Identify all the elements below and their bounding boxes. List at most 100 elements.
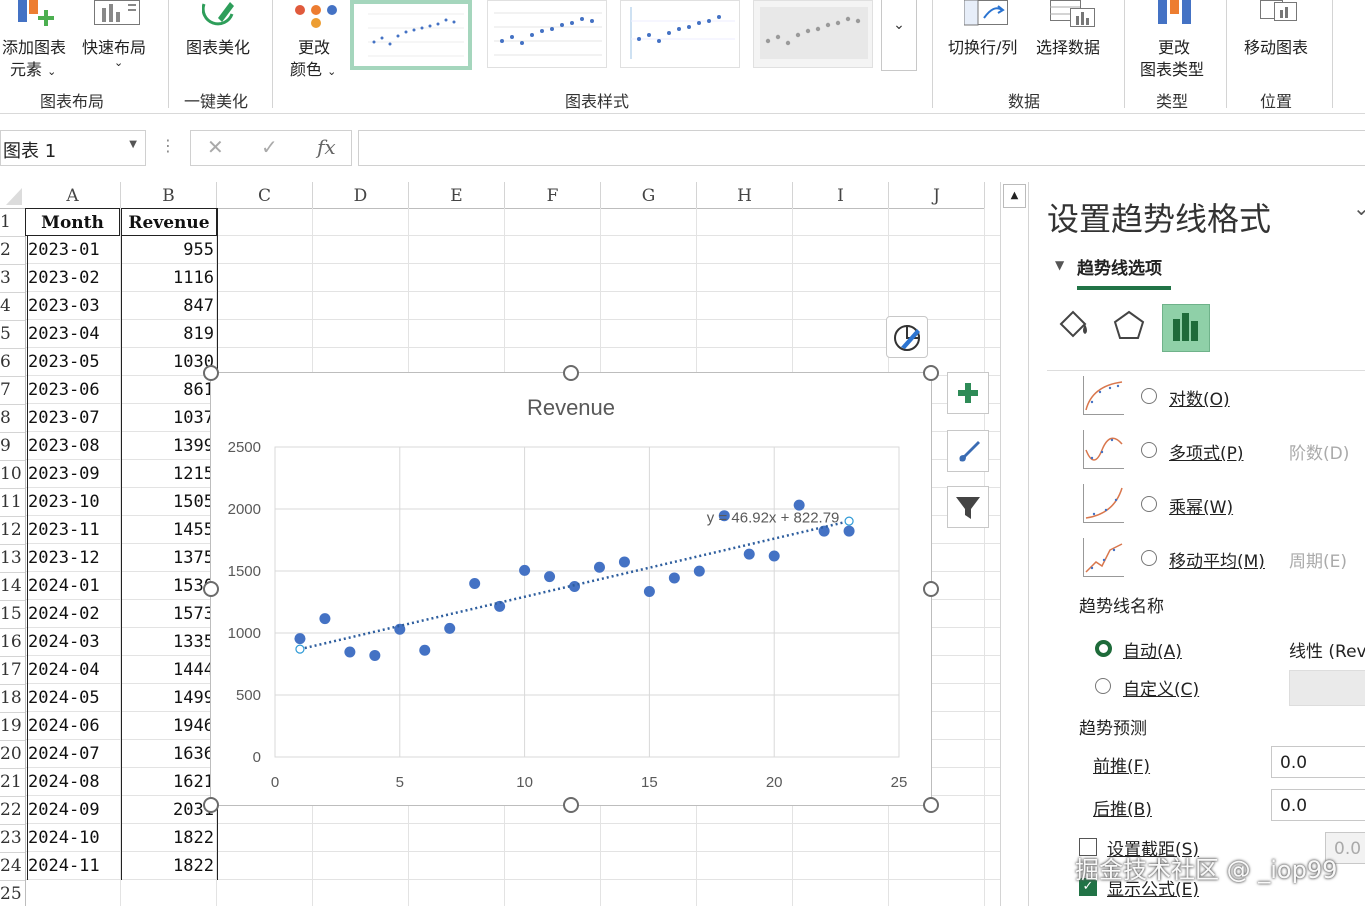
- row-header[interactable]: 21: [0, 768, 26, 797]
- select-data-button[interactable]: 选择数据: [1034, 0, 1114, 82]
- data-point[interactable]: [469, 578, 481, 590]
- plot-area[interactable]: [274, 446, 900, 758]
- change-color-button[interactable]: 更改 颜色 ⌄: [282, 0, 348, 82]
- column-header-j[interactable]: J: [889, 182, 985, 209]
- row-header[interactable]: 4: [0, 292, 26, 321]
- cell-revenue[interactable]: 1335: [121, 628, 214, 656]
- cell-month[interactable]: 2023-07: [27, 404, 120, 432]
- chart-beautify-button[interactable]: 图表美化: [180, 0, 264, 82]
- cell-month[interactable]: 2024-05: [27, 684, 120, 712]
- quick-layout-button[interactable]: 快速布局 ⌄: [80, 0, 160, 82]
- trendline-start-handle[interactable]: [295, 644, 305, 654]
- gallery-more-button[interactable]: ⌄: [881, 0, 917, 71]
- cell-revenue[interactable]: 1499: [121, 684, 214, 712]
- cell-revenue[interactable]: 1505: [121, 488, 214, 516]
- chart-style-thumb-1[interactable]: [350, 0, 472, 70]
- row-header[interactable]: 6: [0, 348, 26, 377]
- cell-revenue[interactable]: 1822: [121, 852, 214, 880]
- cell-revenue[interactable]: 1621: [121, 768, 214, 796]
- chart-elements-button[interactable]: [947, 372, 989, 414]
- data-point[interactable]: [668, 572, 680, 584]
- resize-handle-e[interactable]: [923, 581, 939, 597]
- cell-month[interactable]: 2024-06: [27, 712, 120, 740]
- radio-auto-name[interactable]: [1095, 640, 1112, 657]
- resize-handle-nw[interactable]: [203, 365, 219, 381]
- name-box[interactable]: 图表 1 ▼: [0, 130, 146, 166]
- cell-month[interactable]: 2024-01: [27, 572, 120, 600]
- data-point[interactable]: [344, 646, 356, 658]
- data-point[interactable]: [444, 622, 456, 634]
- chart-object[interactable]: 0 500 1000 1500 2000 2500 0 5 10 15 20 25 Revenue y =…: [210, 372, 932, 806]
- row-header[interactable]: 23: [0, 824, 26, 853]
- cell-revenue[interactable]: 1116: [121, 264, 214, 292]
- vertical-scrollbar[interactable]: ▲: [1000, 182, 1029, 906]
- cell-month[interactable]: 2023-02: [27, 264, 120, 292]
- chart-title[interactable]: Revenue: [527, 395, 615, 420]
- resize-handle-ne[interactable]: [923, 365, 939, 381]
- change-chart-type-button[interactable]: 更改 图表类型: [1134, 0, 1218, 82]
- row-header[interactable]: 18: [0, 684, 26, 713]
- cell-month[interactable]: 2024-03: [27, 628, 120, 656]
- cell-month[interactable]: 2023-05: [27, 348, 120, 376]
- cell-month[interactable]: 2023-12: [27, 544, 120, 572]
- resize-handle-n[interactable]: [563, 365, 579, 381]
- row-header[interactable]: 14: [0, 572, 26, 601]
- row-header[interactable]: 10: [0, 460, 26, 489]
- cell-revenue[interactable]: 861: [121, 376, 214, 404]
- row-header[interactable]: 8: [0, 404, 26, 433]
- cell-month[interactable]: 2024-07: [27, 740, 120, 768]
- effects-tab[interactable]: [1109, 306, 1149, 346]
- chart-style-thumb-4[interactable]: [753, 0, 873, 68]
- backward-input[interactable]: 0.0: [1271, 789, 1365, 821]
- cell-month[interactable]: 2023-08: [27, 432, 120, 460]
- cell-revenue[interactable]: 819: [121, 320, 214, 348]
- enter-icon[interactable]: ✓: [261, 135, 278, 159]
- cell-revenue[interactable]: 1946: [121, 712, 214, 740]
- quick-analysis-button[interactable]: [886, 316, 928, 358]
- scroll-up-button[interactable]: ▲: [1003, 184, 1026, 208]
- resize-handle-sw[interactable]: [203, 797, 219, 813]
- row-header[interactable]: 1: [0, 208, 26, 237]
- data-point[interactable]: [419, 644, 431, 656]
- radio-power[interactable]: [1141, 496, 1157, 512]
- radio-moving-average[interactable]: [1141, 550, 1157, 566]
- cell-month[interactable]: 2024-11: [27, 852, 120, 880]
- resize-handle-s[interactable]: [563, 797, 579, 813]
- cell-revenue[interactable]: 1399: [121, 432, 214, 460]
- chart-style-thumb-2[interactable]: [487, 0, 607, 68]
- chart-filters-button[interactable]: [947, 486, 989, 528]
- data-point[interactable]: [643, 585, 655, 597]
- row-header[interactable]: 20: [0, 740, 26, 769]
- cell-month[interactable]: 2023-04: [27, 320, 120, 348]
- data-point[interactable]: [768, 550, 780, 562]
- row-header[interactable]: 2: [0, 236, 26, 265]
- cell-revenue[interactable]: 1822: [121, 824, 214, 852]
- cell-month[interactable]: 2024-04: [27, 656, 120, 684]
- cell-revenue[interactable]: 1037: [121, 404, 214, 432]
- chart-style-thumb-3[interactable]: [620, 0, 740, 68]
- row-header[interactable]: 5: [0, 320, 26, 349]
- data-point[interactable]: [319, 613, 331, 625]
- data-point[interactable]: [569, 581, 581, 592]
- cell-month[interactable]: 2023-01: [27, 236, 120, 264]
- row-header[interactable]: 3: [0, 264, 26, 293]
- column-header-b[interactable]: B: [121, 182, 217, 209]
- radio-log[interactable]: [1141, 388, 1157, 404]
- resize-handle-w[interactable]: [203, 581, 219, 597]
- cell-revenue[interactable]: 1530: [121, 572, 214, 600]
- cell-month[interactable]: 2023-06: [27, 376, 120, 404]
- column-header-h[interactable]: H: [697, 182, 793, 209]
- cell-revenue[interactable]: 1444: [121, 656, 214, 684]
- row-header[interactable]: 22: [0, 796, 26, 825]
- fill-line-tab[interactable]: [1053, 306, 1093, 346]
- column-header-g[interactable]: G: [601, 182, 697, 209]
- section-trendline-options[interactable]: 趋势线选项: [1077, 254, 1162, 279]
- forward-input[interactable]: 0.0: [1271, 746, 1365, 778]
- row-header[interactable]: 17: [0, 656, 26, 685]
- cell-revenue[interactable]: 1375: [121, 544, 214, 572]
- row-header[interactable]: 15: [0, 600, 26, 629]
- data-point[interactable]: [369, 649, 381, 661]
- cell-month[interactable]: 2024-02: [27, 600, 120, 628]
- cell-month[interactable]: 2023-03: [27, 292, 120, 320]
- cell-month[interactable]: 2023-09: [27, 460, 120, 488]
